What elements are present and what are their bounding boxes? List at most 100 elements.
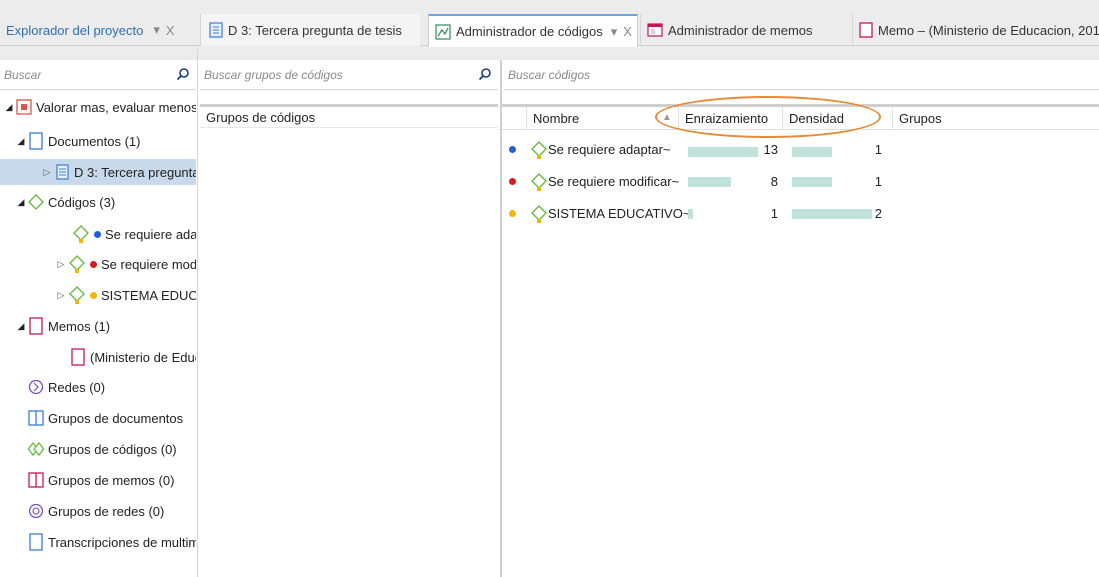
tree-item-networks[interactable]: Redes (0) [26,374,105,400]
tab-document[interactable]: D 3: Tercera pregunta de tesis [200,14,420,46]
project-icon [16,99,32,115]
expand-arrow-icon[interactable]: ◢ [16,321,26,332]
code-color-dot [509,146,516,153]
density-bar [792,177,832,187]
code-color-dot [90,291,97,299]
tree-item-code[interactable]: ▷ Se requiere modificar [56,251,196,277]
density-bar [792,209,872,219]
grounded-bar [688,209,693,219]
tree-item-codes[interactable]: ◢ Códigos (3) [16,189,115,215]
column-header-density[interactable]: Densidad [782,107,892,130]
tab-code-manager-label: Administrador de códigos [456,24,603,39]
tree-item-code-groups[interactable]: Grupos de códigos (0) [26,436,177,462]
code-icon [73,225,89,243]
tree-item-label: Se requiere adaptar [105,226,196,242]
density-bar [792,147,832,157]
document-group-icon [28,410,44,426]
tree-item-code[interactable]: Se requiere adaptar [70,221,196,247]
tree-item-transcriptions[interactable]: Transcripciones de multimedia [26,529,196,555]
code-color-dot [90,260,97,268]
tree-item-code[interactable]: ▷ SISTEMA EDUCATIVO [56,282,196,308]
code-groups-header-label: Grupos de códigos [206,109,316,125]
density-value: 2 [874,206,882,221]
expand-arrow-icon[interactable]: ◢ [16,197,26,208]
column-header-name[interactable]: Nombre [526,107,678,130]
search-icon[interactable] [478,67,492,81]
code-icon [28,194,44,210]
table-row[interactable]: Se requiere adaptar~ 13 1 [502,134,1099,166]
collapse-arrow-icon[interactable]: ▷ [56,259,66,270]
code-groups-search-input[interactable] [204,67,498,82]
tree-item-project[interactable]: ◢ Valorar mas, evaluar menos [4,94,196,120]
tree-item-label: Se requiere modificar [101,256,196,272]
tab-menu-icon[interactable]: ▾ [611,24,618,40]
explorer-search[interactable] [0,60,196,90]
code-icon [531,141,547,159]
column-header-grounded[interactable]: Enraizamiento [678,107,782,130]
tree-item-memos[interactable]: ◢ Memos (1) [16,313,110,339]
text-document-icon [209,22,223,38]
tree-item-documents[interactable]: ◢ Documentos (1) [16,128,140,154]
column-header-label: Nombre [533,111,580,126]
collapse-arrow-icon[interactable]: ▷ [42,167,52,178]
column-header-label: Enraizamiento [685,111,769,126]
code-groups-column-header[interactable]: Grupos de códigos [200,104,498,128]
tree-item-label: D 3: Tercera pregunta de tesis [74,164,196,180]
search-icon[interactable] [176,67,190,81]
expand-arrow-icon[interactable]: ◢ [4,102,14,113]
pane-divider[interactable] [197,46,198,577]
tree-item-document[interactable]: ▷ D 3: Tercera pregunta de tesis [0,159,196,185]
code-icon [531,173,547,191]
collapse-arrow-icon[interactable]: ▷ [56,290,66,301]
code-name: SISTEMA EDUCATIVO~ [548,206,691,221]
table-row[interactable]: SISTEMA EDUCATIVO~ 1 2 [502,198,1099,230]
memo-manager-icon [647,23,663,37]
tree-item-label: SISTEMA EDUCATIVO [101,287,196,303]
column-header-groups[interactable]: Grupos [892,107,1099,130]
memo-icon [71,348,85,366]
tab-memo-manager[interactable]: Administrador de memos [640,14,848,46]
tree-item-label: Transcripciones de multimedia [48,534,196,550]
codes-search[interactable] [504,60,1099,90]
memo-group-icon [28,472,44,488]
expand-arrow-icon[interactable]: ◢ [16,136,26,147]
grounded-value: 8 [770,174,778,189]
memo-icon [29,317,43,335]
tab-bar: Explorador del proyecto ▾ X D 3: Tercera… [0,0,1099,60]
table-row[interactable]: Se requiere modificar~ 8 1 [502,166,1099,198]
tab-project-explorer-label: Explorador del proyecto [6,22,144,38]
sort-ascending-icon[interactable]: ▲ [662,112,672,123]
tree-item-label: Grupos de códigos (0) [48,441,177,457]
code-color-dot [509,210,516,217]
tree-item-label: Grupos de redes (0) [48,503,165,519]
tree-item-label: Redes (0) [48,379,106,395]
explorer-search-input[interactable] [4,67,196,82]
density-value: 1 [874,174,882,189]
grounded-value: 1 [770,206,778,221]
column-header-label: Grupos [899,111,942,126]
tab-memo[interactable]: Memo – (Ministerio de Educacion, 2019) [852,14,1099,46]
network-group-icon [28,503,44,519]
tab-code-manager[interactable]: Administrador de códigos ▾ X [428,14,638,47]
tab-menu-icon[interactable]: ▾ [153,22,160,38]
code-icon [69,255,85,273]
tree-item-document-groups[interactable]: Grupos de documentos [26,405,183,431]
close-icon[interactable]: X [166,23,175,38]
codes-search-input[interactable] [508,67,1099,82]
tab-project-explorer[interactable]: Explorador del proyecto ▾ X [6,14,194,46]
tree-item-label: Memos (1) [48,318,111,334]
tree-item-memo-groups[interactable]: Grupos de memos (0) [26,467,174,493]
tab-memo-label: Memo – (Ministerio de Educacion, 2019) [878,22,1099,38]
memo-icon [859,22,873,38]
network-icon [28,379,44,395]
code-color-dot [509,178,516,185]
code-groups-search[interactable] [200,60,498,90]
close-icon[interactable]: X [623,24,632,39]
tree-item-network-groups[interactable]: Grupos de redes (0) [26,498,164,524]
tree-item-label: (Ministerio de Educacion, 2019) [90,349,196,365]
tab-memo-manager-label: Administrador de memos [668,22,813,38]
code-icon [531,205,547,223]
density-value: 1 [874,142,882,157]
code-manager-icon [435,23,451,40]
tree-item-memo[interactable]: (Ministerio de Educacion, 2019) [68,344,196,370]
